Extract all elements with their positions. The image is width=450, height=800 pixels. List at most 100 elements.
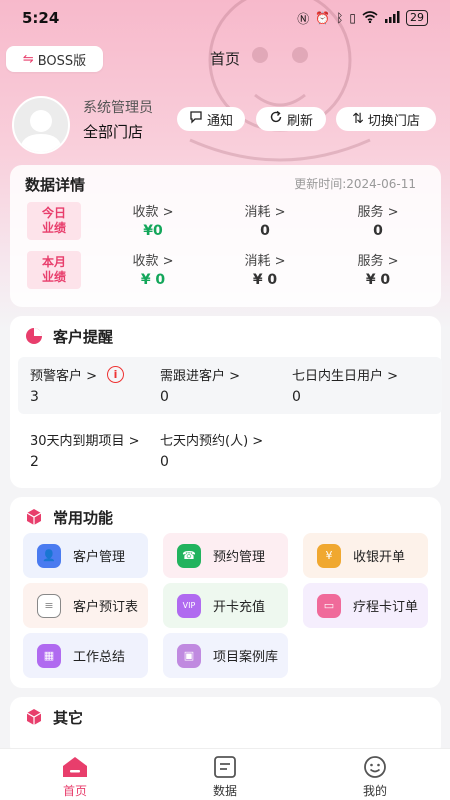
work-summary-button[interactable]: ▦ 工作总结	[23, 633, 148, 678]
customer-management-label: 客户管理	[73, 550, 126, 565]
birthday-users[interactable]: 七日内生日用户 > 0	[292, 365, 398, 405]
follow-up-customers-value: 0	[160, 389, 169, 405]
today-performance-tag: 今日 业绩	[27, 202, 81, 240]
vibrate-icon: ▯	[349, 11, 356, 25]
current-store: 全部门店	[83, 123, 144, 141]
upcoming-appointments-value: 0	[160, 454, 169, 470]
today-income[interactable]: 收款 > ¥0	[108, 201, 198, 239]
upcoming-appointments[interactable]: 七天内预约(人) > 0	[160, 430, 263, 470]
tab-mine-label: 我的	[362, 784, 387, 798]
month-service-label: 服务 >	[357, 254, 399, 269]
chat-bubble-icon	[189, 110, 203, 128]
nfc-icon: Ⓝ	[297, 11, 310, 26]
cube-icon	[26, 509, 42, 525]
month-income-value: ¥ 0	[140, 272, 166, 288]
common-functions-card: 常用功能 👤 客户管理 ☎ 预约管理 ¥ 收银开单 ≡ 客户预订表 VIP 开卡…	[10, 497, 441, 688]
switch-arrows-icon: ⇅	[352, 111, 364, 127]
common-functions-title: 常用功能	[53, 509, 114, 527]
pie-chart-icon	[26, 328, 42, 344]
month-income[interactable]: 收款 > ¥ 0	[108, 250, 198, 288]
customer-reminder-card: 客户提醒 预警客户 > i 3 需跟进客户 > 0 七日内生日用户 > 0 30…	[10, 316, 442, 488]
tab-data[interactable]: 数据	[185, 755, 265, 799]
battery-icon: 29	[406, 10, 428, 26]
boss-version-label: BOSS版	[37, 53, 87, 69]
user-avatar-icon	[20, 110, 62, 152]
appointment-management-label: 预约管理	[213, 550, 266, 565]
month-income-label: 收款 >	[132, 254, 174, 269]
booking-sheet-button[interactable]: ≡ 客户预订表	[23, 583, 148, 628]
month-tag-top: 本月	[41, 255, 66, 269]
data-icon	[214, 756, 236, 778]
month-consume[interactable]: 消耗 > ¥ 0	[220, 250, 310, 288]
upcoming-appointments-label: 七天内预约(人) >	[160, 434, 264, 449]
tab-home[interactable]: 首页	[35, 755, 115, 799]
switch-store-button[interactable]: ⇅ 切换门店	[336, 107, 436, 131]
cashier-icon: ¥	[317, 543, 341, 568]
course-card-order-button[interactable]: ▭ 疗程卡订单	[303, 583, 428, 628]
swap-icon: ⇋	[22, 51, 34, 67]
month-service-value: ¥ 0	[365, 272, 391, 288]
appointment-management-button[interactable]: ☎ 预约管理	[163, 533, 288, 578]
birthday-users-value: 0	[292, 389, 301, 405]
tab-home-label: 首页	[62, 784, 87, 798]
expiring-projects[interactable]: 30天内到期项目 > 2	[30, 430, 140, 470]
cashier-label: 收银开单	[353, 550, 406, 565]
month-consume-value: ¥ 0	[252, 272, 278, 288]
today-tag-top: 今日	[41, 206, 66, 220]
case-library-button[interactable]: ▣ 项目案例库	[163, 633, 288, 678]
today-tag-bottom: 业绩	[41, 221, 66, 235]
appointment-icon: ☎	[177, 543, 201, 568]
avatar[interactable]	[12, 96, 70, 154]
card-recharge-button[interactable]: VIP 开卡充值	[163, 583, 288, 628]
profile-icon	[364, 756, 386, 778]
work-summary-icon: ▦	[37, 643, 61, 668]
tab-mine[interactable]: 我的	[335, 755, 415, 799]
refresh-label: 刷新	[286, 113, 313, 129]
expiring-projects-value: 2	[30, 454, 39, 470]
status-time: 5:24	[22, 9, 60, 27]
status-bar: 5:24 Ⓝ ⏰ ᛒ ▯ 29	[0, 0, 450, 36]
switch-store-label: 切换门店	[367, 113, 420, 129]
tab-data-label: 数据	[212, 784, 237, 798]
user-role: 系统管理员	[83, 100, 153, 116]
course-card-icon: ▭	[317, 593, 341, 618]
expiring-projects-label: 30天内到期项目 >	[30, 434, 140, 449]
info-icon[interactable]: i	[107, 366, 125, 383]
signal-icon	[384, 10, 400, 26]
other-title: 其它	[53, 709, 84, 727]
customer-reminder-title: 客户提醒	[53, 328, 114, 346]
update-time: 更新时间:2024-06-11	[294, 177, 416, 191]
alarm-icon: ⏰	[315, 11, 331, 25]
notify-button[interactable]: 通知	[177, 107, 245, 131]
month-service[interactable]: 服务 > ¥ 0	[333, 250, 423, 288]
booking-sheet-icon: ≡	[37, 593, 61, 618]
cashier-button[interactable]: ¥ 收银开单	[303, 533, 428, 578]
work-summary-label: 工作总结	[73, 650, 126, 665]
reminder-row-1: 预警客户 > i 3 需跟进客户 > 0 七日内生日用户 > 0	[18, 357, 442, 414]
follow-up-customers-label: 需跟进客户 >	[160, 369, 241, 384]
today-income-value: ¥0	[143, 223, 163, 239]
today-service-label: 服务 >	[357, 205, 399, 220]
case-library-icon: ▣	[177, 643, 201, 668]
today-income-label: 收款 >	[132, 205, 174, 220]
customer-management-button[interactable]: 👤 客户管理	[23, 533, 148, 578]
today-consume-value: 0	[260, 223, 270, 239]
boss-version-button[interactable]: ⇋ BOSS版	[6, 46, 103, 72]
follow-up-customers[interactable]: 需跟进客户 > 0	[160, 365, 240, 405]
cube-icon	[26, 709, 42, 725]
card-recharge-label: 开卡充值	[213, 600, 266, 615]
data-details-card: 数据详情 更新时间:2024-06-11 今日 业绩 收款 > ¥0 消耗 > …	[10, 165, 441, 307]
today-consume[interactable]: 消耗 > 0	[220, 201, 310, 239]
month-tag-bottom: 业绩	[41, 270, 66, 284]
status-icons: Ⓝ ⏰ ᛒ ▯ 29	[297, 10, 428, 27]
refresh-button[interactable]: 刷新	[256, 107, 326, 131]
month-consume-label: 消耗 >	[244, 254, 286, 269]
today-service[interactable]: 服务 > 0	[333, 201, 423, 239]
wifi-icon	[362, 10, 378, 26]
warning-customers[interactable]: 预警客户 > i 3	[30, 365, 125, 405]
birthday-users-label: 七日内生日用户 >	[292, 369, 399, 384]
warning-customers-label: 预警客户 >	[30, 369, 98, 384]
data-details-title: 数据详情	[25, 176, 86, 194]
today-consume-label: 消耗 >	[244, 205, 286, 220]
booking-sheet-label: 客户预订表	[73, 600, 139, 615]
